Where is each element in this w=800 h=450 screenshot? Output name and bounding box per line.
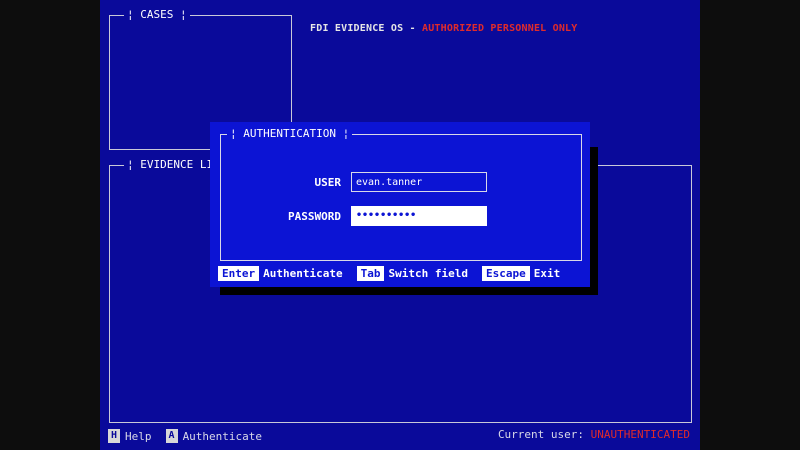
- user-label: USER: [314, 176, 342, 189]
- escape-key[interactable]: Escape: [481, 265, 530, 281]
- system-header: FDI EVIDENCE OS - AUTHORIZED PERSONNEL O…: [310, 23, 578, 34]
- tab-key[interactable]: Tab: [356, 265, 385, 281]
- tab-key-action: Switch field: [388, 266, 468, 280]
- current-user-status: Current user: UNAUTHENTICATED: [498, 428, 690, 441]
- system-name: FDI EVIDENCE OS: [310, 23, 404, 34]
- right-bezel: [700, 0, 800, 450]
- authorized-warning: AUTHORIZED PERSONNEL ONLY: [421, 23, 578, 34]
- enter-key-action: Authenticate: [263, 266, 343, 280]
- enter-key[interactable]: Enter: [218, 265, 260, 281]
- authenticate-shortcut-key[interactable]: A: [165, 429, 178, 443]
- authentication-frame: ¦ AUTHENTICATION ¦ USER PASSWORD •••••••…: [220, 127, 582, 261]
- auth-status-value: UNAUTHENTICATED: [590, 428, 690, 441]
- header-separator: -: [403, 23, 422, 34]
- escape-key-action: Exit: [533, 266, 561, 280]
- cases-title-text: CASES: [140, 8, 174, 21]
- password-input[interactable]: ••••••••••: [351, 206, 487, 226]
- dialog-title: ¦ AUTHENTICATION ¦: [227, 127, 353, 141]
- terminal-screen: ¦ CASES ¦ FDI EVIDENCE OS - AUTHORIZED P…: [100, 0, 700, 450]
- footer-shortcuts: H Help A Authenticate: [108, 429, 276, 443]
- evidence-list-panel-title: ¦ EVIDENCE LIS: [124, 158, 223, 172]
- user-input[interactable]: [351, 172, 487, 192]
- help-shortcut-label: Help: [125, 429, 152, 443]
- dialog-title-text: AUTHENTICATION: [243, 127, 336, 140]
- dialog-key-hints: Enter Authenticate Tab Switch field Esca…: [218, 265, 574, 281]
- help-shortcut-key[interactable]: H: [108, 429, 121, 443]
- current-user-label: Current user:: [497, 428, 585, 441]
- cases-panel-title: ¦ CASES ¦: [124, 8, 190, 22]
- authenticate-shortcut-label: Authenticate: [182, 429, 263, 443]
- evidence-list-title-text: EVIDENCE LIS: [140, 158, 220, 171]
- authentication-dialog: ¦ AUTHENTICATION ¦ USER PASSWORD •••••••…: [210, 122, 590, 287]
- left-bezel: [0, 0, 100, 450]
- password-label: PASSWORD: [288, 210, 341, 223]
